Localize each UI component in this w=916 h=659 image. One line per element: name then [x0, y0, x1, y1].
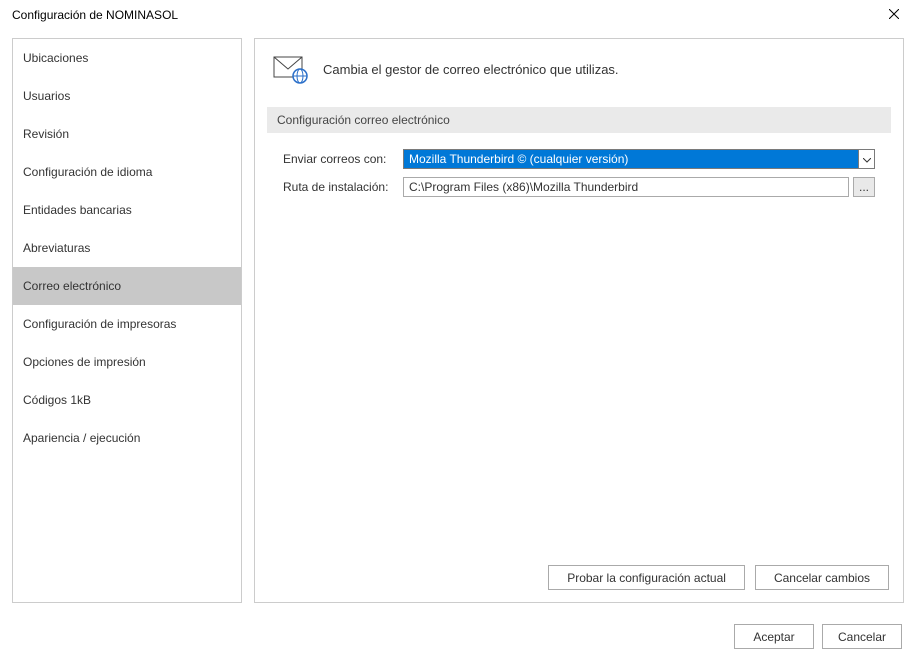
sidebar-item-label: Ubicaciones: [23, 51, 88, 65]
sidebar-item-usuarios[interactable]: Usuarios: [13, 77, 241, 115]
panel-header-text: Cambia el gestor de correo electrónico q…: [323, 62, 619, 77]
sidebar-item-correo[interactable]: Correo electrónico: [13, 267, 241, 305]
panel-inner-buttons: Probar la configuración actual Cancelar …: [548, 565, 889, 590]
send-with-value: Mozilla Thunderbird © (cualquier versión…: [404, 150, 858, 168]
mail-icon: [273, 55, 309, 83]
sidebar-item-abreviaturas[interactable]: Abreviaturas: [13, 229, 241, 267]
content-area: Ubicaciones Usuarios Revisión Configurac…: [0, 30, 916, 611]
sidebar-item-apariencia[interactable]: Apariencia / ejecución: [13, 419, 241, 457]
chevron-down-icon: [863, 152, 871, 166]
panel-header: Cambia el gestor de correo electrónico q…: [255, 39, 903, 99]
sidebar-item-opciones-impresion[interactable]: Opciones de impresión: [13, 343, 241, 381]
sidebar-item-label: Códigos 1kB: [23, 393, 91, 407]
close-icon: [889, 8, 899, 22]
close-button[interactable]: [880, 1, 908, 29]
test-config-button[interactable]: Probar la configuración actual: [548, 565, 745, 590]
button-label: Cancelar: [838, 630, 886, 644]
sidebar-item-impresoras[interactable]: Configuración de impresoras: [13, 305, 241, 343]
sidebar-item-ubicaciones[interactable]: Ubicaciones: [13, 39, 241, 77]
button-label: Cancelar cambios: [774, 571, 870, 585]
sidebar-item-label: Entidades bancarias: [23, 203, 132, 217]
sidebar-item-label: Configuración de impresoras: [23, 317, 176, 331]
send-with-dropdown[interactable]: Mozilla Thunderbird © (cualquier versión…: [403, 149, 875, 169]
section-title: Configuración correo electrónico: [267, 107, 891, 133]
window-title: Configuración de NOMINASOL: [12, 8, 880, 22]
window-titlebar: Configuración de NOMINASOL: [0, 0, 916, 30]
sidebar: Ubicaciones Usuarios Revisión Configurac…: [12, 38, 242, 603]
form-row-send-with: Enviar correos con: Mozilla Thunderbird …: [255, 147, 903, 171]
browse-button[interactable]: ...: [853, 177, 875, 197]
install-path-label: Ruta de instalación:: [283, 180, 403, 194]
accept-button[interactable]: Aceptar: [734, 624, 814, 649]
sidebar-item-label: Usuarios: [23, 89, 70, 103]
button-label: Aceptar: [753, 630, 794, 644]
install-path-input[interactable]: [403, 177, 849, 197]
cancel-changes-button[interactable]: Cancelar cambios: [755, 565, 889, 590]
dialog-buttons: Aceptar Cancelar: [734, 624, 902, 649]
sidebar-item-label: Opciones de impresión: [23, 355, 146, 369]
button-label: Probar la configuración actual: [567, 571, 726, 585]
main-panel: Cambia el gestor de correo electrónico q…: [254, 38, 904, 603]
sidebar-item-idioma[interactable]: Configuración de idioma: [13, 153, 241, 191]
sidebar-item-label: Configuración de idioma: [23, 165, 152, 179]
sidebar-item-label: Correo electrónico: [23, 279, 121, 293]
form-row-install-path: Ruta de instalación: ...: [255, 175, 903, 199]
cancel-button[interactable]: Cancelar: [822, 624, 902, 649]
sidebar-item-codigos[interactable]: Códigos 1kB: [13, 381, 241, 419]
sidebar-item-revision[interactable]: Revisión: [13, 115, 241, 153]
dropdown-arrow-button[interactable]: [858, 150, 874, 168]
ellipsis-icon: ...: [859, 180, 869, 194]
send-with-label: Enviar correos con:: [283, 152, 403, 166]
sidebar-item-label: Abreviaturas: [23, 241, 90, 255]
sidebar-item-entidades[interactable]: Entidades bancarias: [13, 191, 241, 229]
sidebar-item-label: Revisión: [23, 127, 69, 141]
sidebar-item-label: Apariencia / ejecución: [23, 431, 140, 445]
